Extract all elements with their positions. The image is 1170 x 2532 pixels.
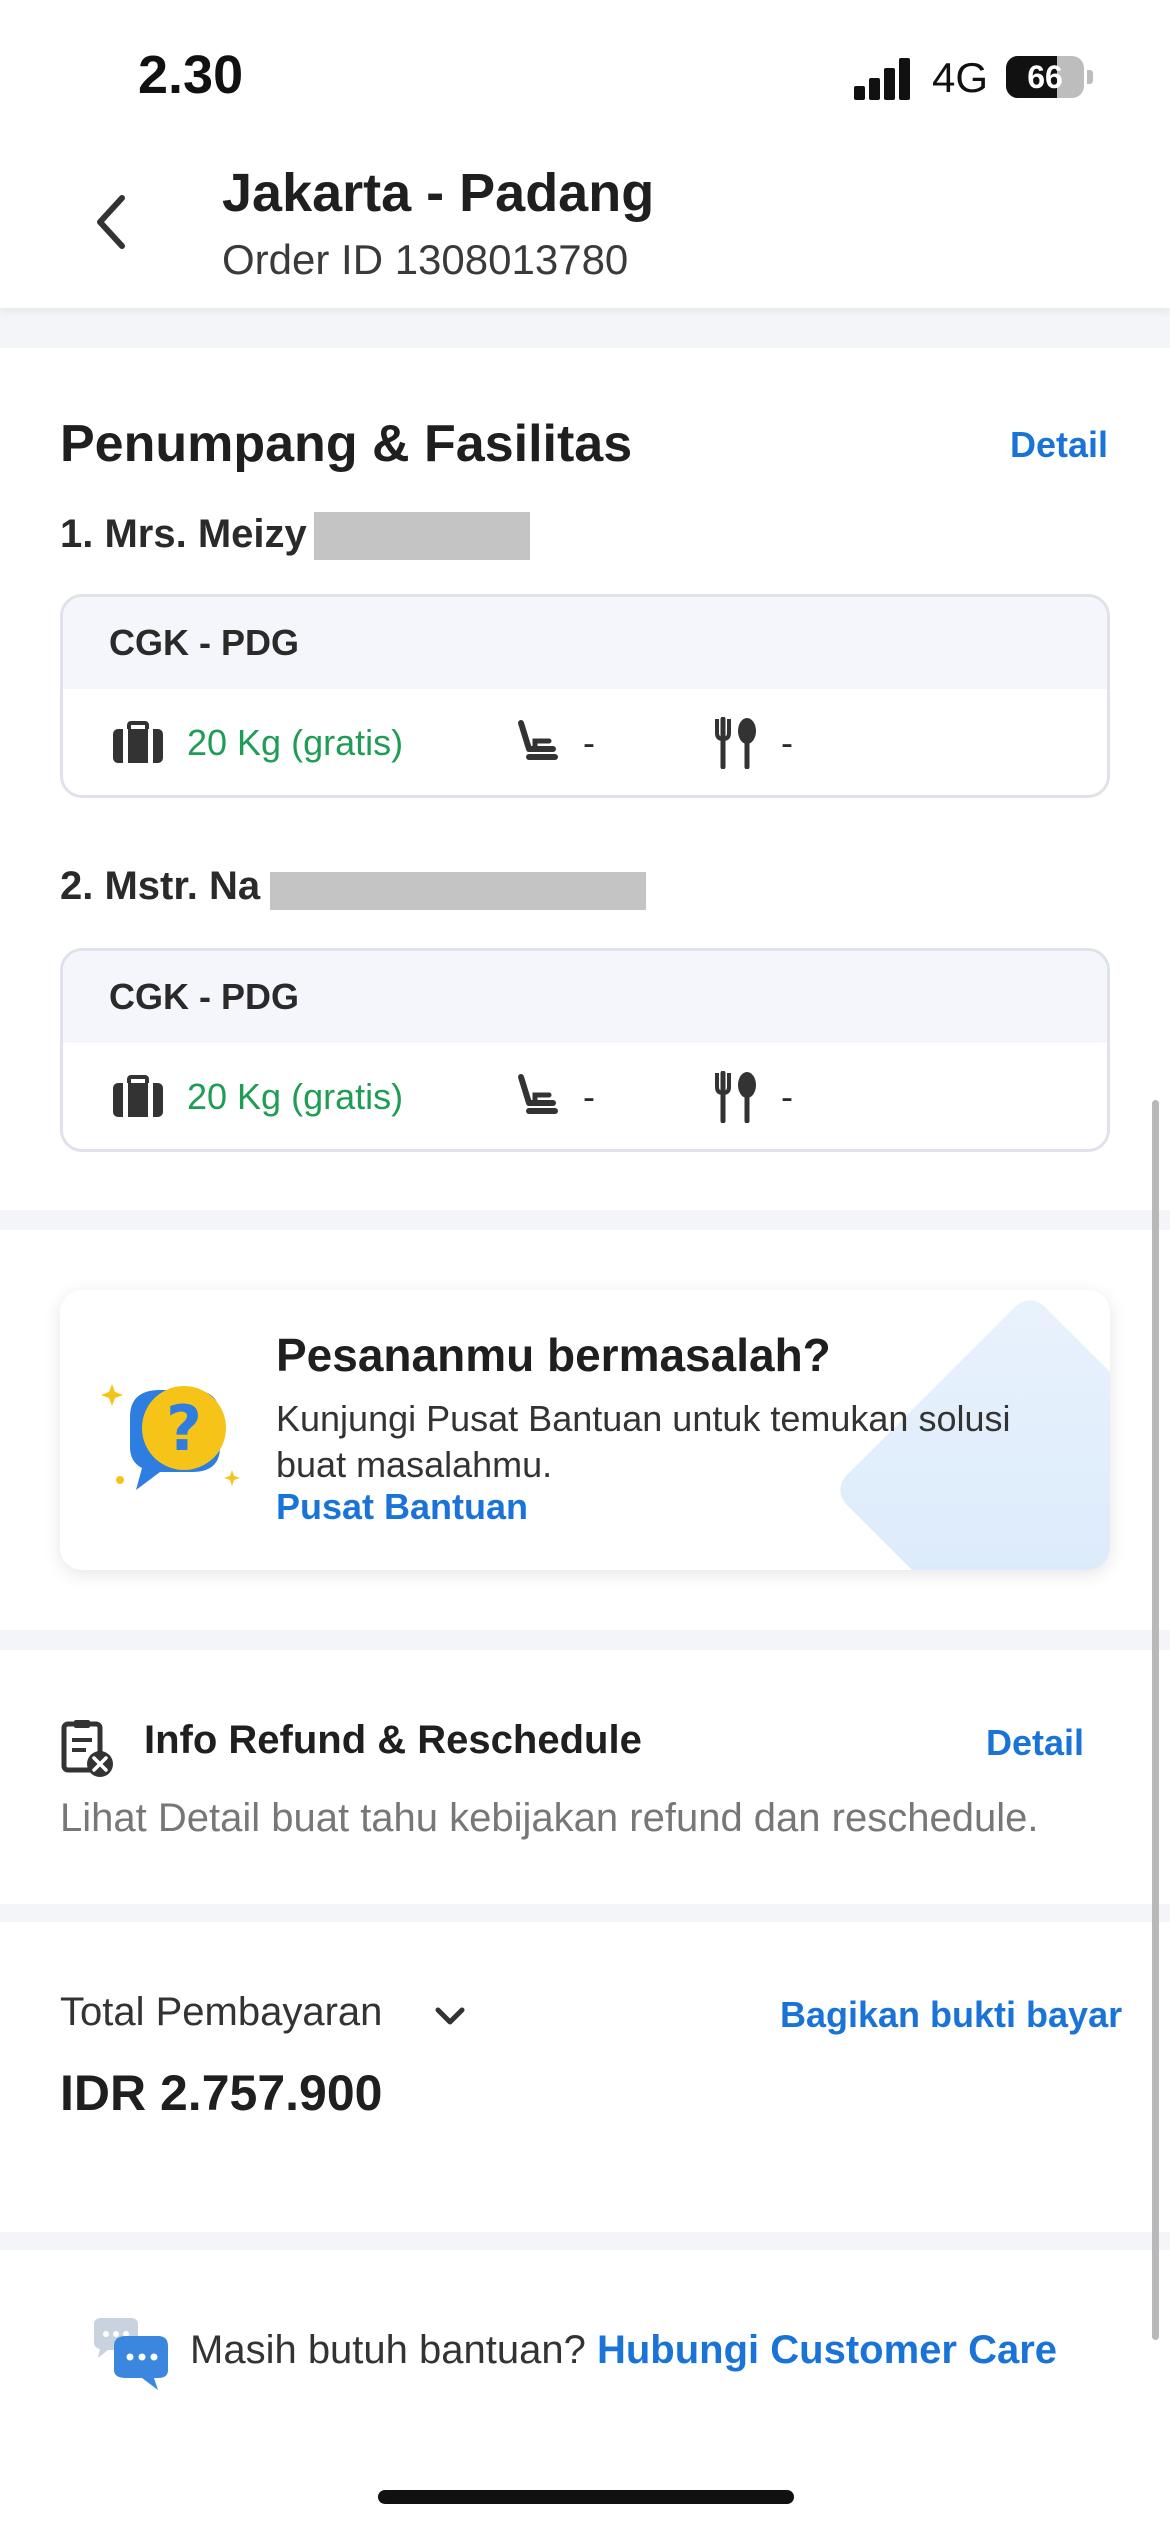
customer-care-link[interactable]: Hubungi Customer Care [597, 2328, 1057, 2372]
redacted-name [270, 872, 646, 910]
status-bar: 2.30 4G 66 [0, 0, 1170, 150]
passengers-detail-link[interactable]: Detail [1010, 424, 1108, 466]
facilities-row: 20 Kg (gratis) - - [63, 689, 1107, 795]
route-code: CGK - PDG [63, 597, 1107, 689]
section-title: Penumpang & Fasilitas [60, 415, 633, 473]
battery-tip [1087, 70, 1093, 84]
refund-detail-link[interactable]: Detail [986, 1722, 1084, 1764]
network-label: 4G [932, 54, 989, 101]
page-title: Jakarta - Padang [222, 163, 655, 223]
baggage-facility: 20 Kg (gratis) [111, 715, 403, 771]
chevron-down-icon[interactable] [430, 1996, 470, 2036]
status-time: 2.30 [138, 45, 244, 105]
total-amount: IDR 2.757.900 [60, 2065, 383, 2121]
chevron-left-icon [97, 195, 125, 249]
facilities-row: 20 Kg (gratis) - - [63, 1043, 1107, 1149]
help-title: Pesananmu bermasalah? [276, 1329, 831, 1381]
help-question: Masih butuh bantuan? [190, 2328, 586, 2372]
battery-level: 66 [1027, 59, 1063, 95]
seat-value: - [583, 1076, 595, 1117]
battery-icon: 66 [1006, 56, 1084, 98]
meal-value: - [781, 1076, 793, 1117]
chat-bubbles-icon [94, 2318, 168, 2390]
help-center-link[interactable]: Pusat Bantuan [276, 1486, 528, 1528]
help-card[interactable]: ? Pesananmu bermasalah? Kunjungi Pusat B… [60, 1290, 1110, 1570]
baggage-icon [113, 721, 163, 763]
meal-icon [715, 717, 756, 769]
meal-facility: - [713, 1069, 793, 1125]
meal-icon [715, 1071, 756, 1123]
customer-care-text: Masih butuh bantuan? Hubungi Customer Ca… [190, 2328, 1057, 2373]
baggage-icon [113, 1075, 163, 1117]
passenger-name: 1. Mrs. Meizy [60, 512, 307, 556]
share-receipt-link[interactable]: Bagikan bukti bayar [780, 1994, 1122, 2036]
redacted-name [314, 512, 530, 560]
route-code: CGK - PDG [63, 951, 1107, 1043]
back-button[interactable] [78, 190, 142, 254]
passenger-route-box: CGK - PDG 20 Kg (gratis) - - [60, 594, 1110, 798]
meal-value: - [781, 722, 793, 763]
page-header: Jakarta - Padang Order ID 1308013780 [0, 150, 1170, 308]
scrollbar[interactable] [1152, 1100, 1159, 2340]
seat-value: - [583, 722, 595, 763]
order-id: Order ID 1308013780 [222, 236, 629, 283]
meal-facility: - [713, 715, 793, 771]
passengers-card: Penumpang & Fasilitas Detail 1. Mrs. Mei… [0, 348, 1170, 1210]
seat-facility: - [515, 715, 595, 771]
passenger-route-box: CGK - PDG 20 Kg (gratis) - - [60, 948, 1110, 1152]
seat-icon [518, 720, 558, 760]
passenger-name: 2. Mstr. Na [60, 864, 261, 908]
refund-description: Lihat Detail buat tahu kebijakan refund … [60, 1796, 1039, 1840]
home-indicator[interactable] [378, 2490, 794, 2504]
signal-icon [854, 56, 914, 100]
baggage-allowance: 20 Kg (gratis) [187, 722, 404, 763]
payment-section: Total Pembayaran Bagikan bukti bayar IDR… [0, 1922, 1170, 2232]
help-description: Kunjungi Pusat Bantuan untuk temukan sol… [276, 1398, 1011, 1485]
refund-document-icon [61, 1720, 113, 1777]
refund-title: Info Refund & Reschedule [144, 1718, 642, 1762]
baggage-allowance: 20 Kg (gratis) [187, 1076, 404, 1117]
refund-section: Info Refund & Reschedule Detail Lihat De… [0, 1650, 1170, 1904]
question-bubble-icon: ? [101, 1384, 240, 1490]
baggage-facility: 20 Kg (gratis) [111, 1069, 403, 1125]
help-section: ? Pesananmu bermasalah? Kunjungi Pusat B… [0, 1230, 1170, 1630]
seat-icon [518, 1074, 558, 1114]
svg-text:?: ? [166, 1392, 202, 1465]
total-label[interactable]: Total Pembayaran [60, 1990, 382, 2035]
seat-facility: - [515, 1069, 595, 1125]
